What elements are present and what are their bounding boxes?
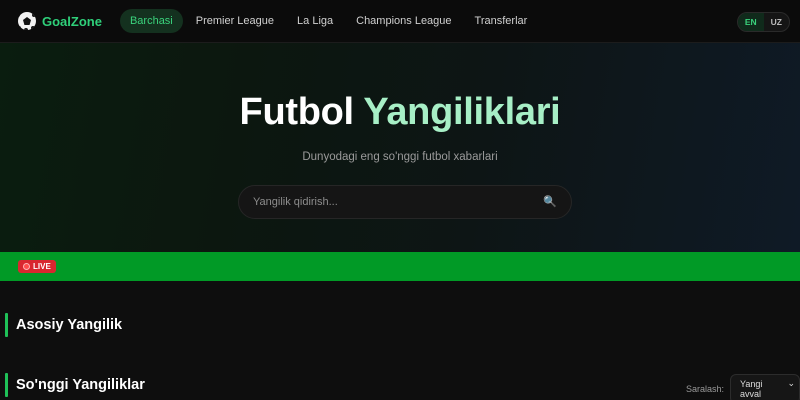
hero-title-main: Futbol: [239, 91, 355, 133]
live-dot-icon: [23, 263, 30, 270]
live-ticker-bar: LIVE: [0, 252, 800, 281]
search-box: 🔍: [238, 185, 572, 219]
language-switcher: EN UZ: [736, 12, 790, 32]
top-navbar: GoalZone Barchasi Premier League La Liga…: [0, 0, 800, 43]
latest-news-header: So'nggi Yangiliklar: [5, 373, 145, 397]
nav-item-transferlar[interactable]: Transferlar: [465, 9, 538, 33]
lang-en-button[interactable]: EN: [737, 13, 764, 31]
search-input[interactable]: [253, 196, 543, 208]
hero-title: Futbol Yangiliklari: [0, 91, 800, 134]
hero-subtitle: Dunyodagi eng so'nggi futbol xabarlari: [302, 151, 498, 163]
latest-news-title: So'nggi Yangiliklar: [16, 377, 145, 393]
nav-item-premier-league[interactable]: Premier League: [186, 9, 284, 33]
live-label: LIVE: [33, 262, 51, 271]
sort-label: Saralash:: [685, 384, 724, 394]
search-icon[interactable]: 🔍: [543, 195, 557, 209]
nav-menu: Barchasi Premier League La Liga Champion…: [119, 9, 538, 33]
hero-section: Futbol Yangiliklari Dunyodagi eng so'ngg…: [0, 43, 800, 252]
sort-select[interactable]: Yangi avval ⌄: [730, 374, 800, 400]
chevron-down-icon: ⌄: [787, 378, 795, 388]
lang-uz-button[interactable]: UZ: [764, 13, 789, 31]
football-icon: [18, 12, 36, 30]
live-badge[interactable]: LIVE: [18, 260, 56, 273]
logo[interactable]: GoalZone: [18, 12, 102, 30]
hero-title-accent: Yangiliklari: [363, 91, 561, 133]
nav-item-la-liga[interactable]: La Liga: [287, 9, 343, 33]
main-news-header: Asosiy Yangilik: [5, 313, 122, 337]
section-accent-bar: [5, 373, 8, 397]
section-accent-bar: [5, 313, 8, 337]
sort-control: Saralash: Yangi avval ⌄: [686, 374, 800, 400]
nav-item-barchasi[interactable]: Barchasi: [119, 9, 183, 33]
logo-text: GoalZone: [42, 13, 102, 29]
nav-item-champions-league[interactable]: Champions League: [346, 9, 461, 33]
sort-selected-value: Yangi avval: [740, 379, 763, 399]
main-news-title: Asosiy Yangilik: [16, 317, 123, 333]
